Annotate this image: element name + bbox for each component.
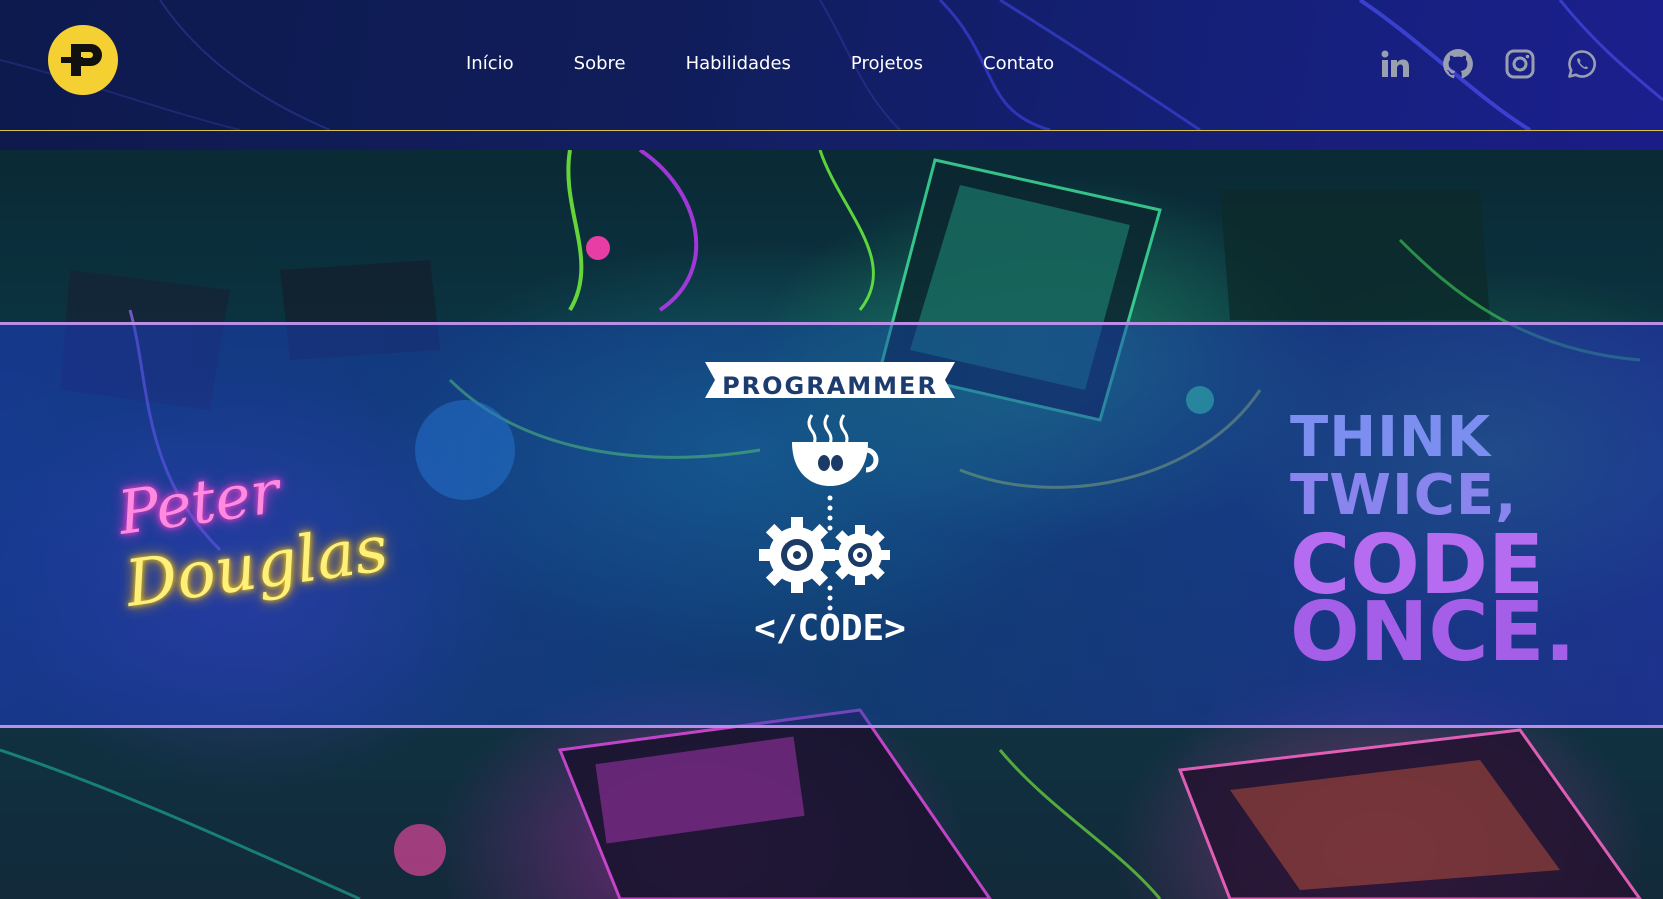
instagram-link[interactable] (1500, 44, 1540, 84)
p-monogram-icon (61, 44, 102, 76)
header-underline-strip (0, 131, 1663, 150)
github-link[interactable] (1438, 44, 1478, 84)
logo[interactable] (48, 25, 118, 95)
linkedin-icon (1381, 50, 1409, 77)
programmer-emblem: PROGRAMMER </CODE> (700, 360, 960, 660)
linkedin-link[interactable] (1375, 44, 1415, 84)
quote-line-1: THINK (1290, 405, 1492, 470)
whatsapp-icon (1568, 50, 1596, 78)
programmer-label: PROGRAMMER (722, 372, 938, 400)
nav-item-sobre[interactable]: Sobre (574, 50, 626, 78)
site-header: Início Sobre Habilidades Projetos Contat… (0, 0, 1663, 131)
main-nav: Início Sobre Habilidades Projetos Contat… (466, 50, 1054, 78)
hero-banner: Peter Douglas PROGRAMMER </CODE> THINK T… (0, 150, 1663, 899)
whatsapp-link[interactable] (1562, 44, 1602, 84)
instagram-icon (1505, 49, 1535, 79)
nav-item-contato[interactable]: Contato (983, 50, 1054, 78)
github-icon (1443, 49, 1473, 79)
quote-line-4: ONCE. (1290, 585, 1576, 680)
code-label: </CODE> (754, 608, 906, 649)
nav-item-projetos[interactable]: Projetos (851, 50, 923, 78)
nav-item-habilidades[interactable]: Habilidades (686, 50, 791, 78)
nav-item-inicio[interactable]: Início (466, 50, 514, 78)
